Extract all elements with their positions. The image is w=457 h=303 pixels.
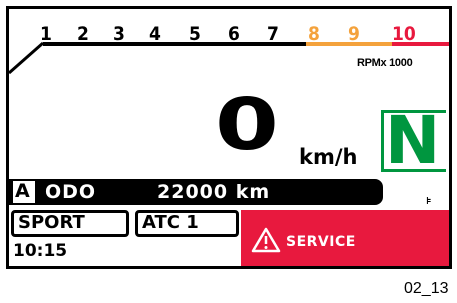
odometer-value: 22000 km (157, 181, 271, 203)
rpm-unit-label: RPMx 1000 (357, 57, 413, 69)
figure-caption: 02_13 (404, 280, 449, 297)
odometer-mode: A (15, 180, 30, 202)
rpm-tick-9: 9 (348, 23, 360, 45)
speed-unit: km/h (299, 145, 358, 169)
rpm-tick-1: 1 (40, 23, 52, 45)
riding-mode-badge: SPORT (11, 210, 129, 237)
rpm-tick-4: 4 (149, 23, 161, 45)
service-label: SERVICE (286, 234, 356, 250)
rpm-tick-10: 10 (392, 23, 416, 45)
rpm-tick-2: 2 (77, 23, 89, 45)
traction-control-badge: ATC 1 (135, 210, 239, 237)
rpm-tick-3: 3 (113, 23, 125, 45)
small-indicator-mark: ⊧ (426, 196, 432, 207)
rpm-tick-5: 5 (189, 23, 201, 45)
dashboard-display: 1 2 3 4 5 6 7 8 9 10 RPMx 1000 0 km/h N … (6, 6, 452, 269)
warning-triangle-icon (251, 227, 281, 253)
odometer-label: ODO (45, 181, 97, 203)
rpm-tick-8: 8 (308, 23, 320, 45)
gear-indicator: N (385, 102, 441, 179)
speed-value: 0 (215, 83, 279, 167)
rpm-tick-7: 7 (267, 23, 279, 45)
clock: 10:15 (13, 241, 68, 261)
rpm-tick-6: 6 (228, 23, 240, 45)
